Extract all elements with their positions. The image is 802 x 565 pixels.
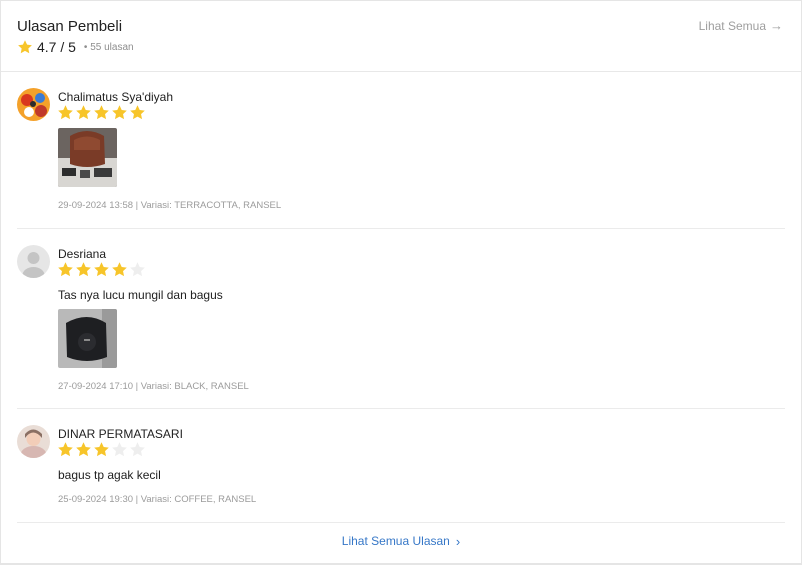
- review-meta: 29-09-2024 13:58 | Variasi: TERRACOTTA, …: [58, 200, 282, 211]
- reviews-panel: Ulasan Pembeli 4.7 / 5 • 55 ulasan Lihat…: [0, 0, 802, 565]
- star-rating: [57, 104, 147, 121]
- star-empty-icon: [130, 442, 145, 457]
- star-filled-icon: [94, 262, 109, 277]
- review-text: Tas nya lucu mungil dan bagus: [58, 288, 223, 302]
- section-title: Ulasan Pembeli: [17, 18, 123, 35]
- star-filled-icon: [76, 105, 91, 120]
- review-item: DINAR PERMATASARI bagus tp agak kecil 25…: [17, 409, 785, 523]
- reviewer-name: Chalimatus Sya'diyah: [58, 90, 174, 104]
- reviewer-name: Desriana: [58, 247, 107, 261]
- avatar: [17, 245, 50, 278]
- review-text: bagus tp agak kecil: [58, 468, 161, 482]
- star-filled-icon: [112, 105, 127, 120]
- star-filled-icon: [112, 262, 127, 277]
- star-filled-icon: [130, 105, 145, 120]
- see-all-link[interactable]: Lihat Semua →: [699, 18, 783, 33]
- star-filled-icon: [94, 105, 109, 120]
- star-rating: [57, 261, 147, 278]
- arrow-right-icon: →: [770, 18, 783, 33]
- star-filled-icon: [76, 442, 91, 457]
- review-photo[interactable]: [58, 128, 117, 187]
- star-empty-icon: [130, 262, 145, 277]
- average-rating: 4.7 / 5: [37, 39, 76, 55]
- see-all-reviews-label: Lihat Semua Ulasan: [341, 534, 450, 548]
- review-photo[interactable]: [58, 309, 117, 368]
- star-filled-icon: [94, 442, 109, 457]
- star-rating: [57, 441, 147, 458]
- star-empty-icon: [112, 442, 127, 457]
- see-all-label: Lihat Semua: [698, 18, 766, 33]
- star-filled-icon: [58, 262, 73, 277]
- avatar: [17, 425, 50, 458]
- star-filled-icon: [58, 105, 73, 120]
- review-meta: 27-09-2024 17:10 | Variasi: BLACK, RANSE…: [58, 381, 249, 392]
- star-filled-icon: [58, 442, 73, 457]
- review-meta: 25-09-2024 19:30 | Variasi: COFFEE, RANS…: [58, 494, 257, 505]
- review-item: Chalimatus Sya'diyah 29-09-2024 13:58 | …: [17, 72, 785, 229]
- review-count: • 55 ulasan: [83, 41, 134, 53]
- avatar: [17, 88, 50, 121]
- star-filled-icon: [76, 262, 91, 277]
- review-item: Desriana Tas nya lucu mungil dan bagus 2…: [17, 229, 785, 409]
- see-all-reviews-link[interactable]: Lihat Semua Ulasan ›: [342, 534, 460, 549]
- reviews-header: Ulasan Pembeli 4.7 / 5 • 55 ulasan Lihat…: [1, 1, 801, 72]
- rating-summary: 4.7 / 5 • 55 ulasan: [17, 38, 134, 56]
- chevron-right-icon: ›: [455, 533, 461, 549]
- reviews-footer: Lihat Semua Ulasan ›: [1, 521, 801, 561]
- reviewer-name: DINAR PERMATASARI: [58, 427, 183, 441]
- star-icon: [18, 40, 32, 54]
